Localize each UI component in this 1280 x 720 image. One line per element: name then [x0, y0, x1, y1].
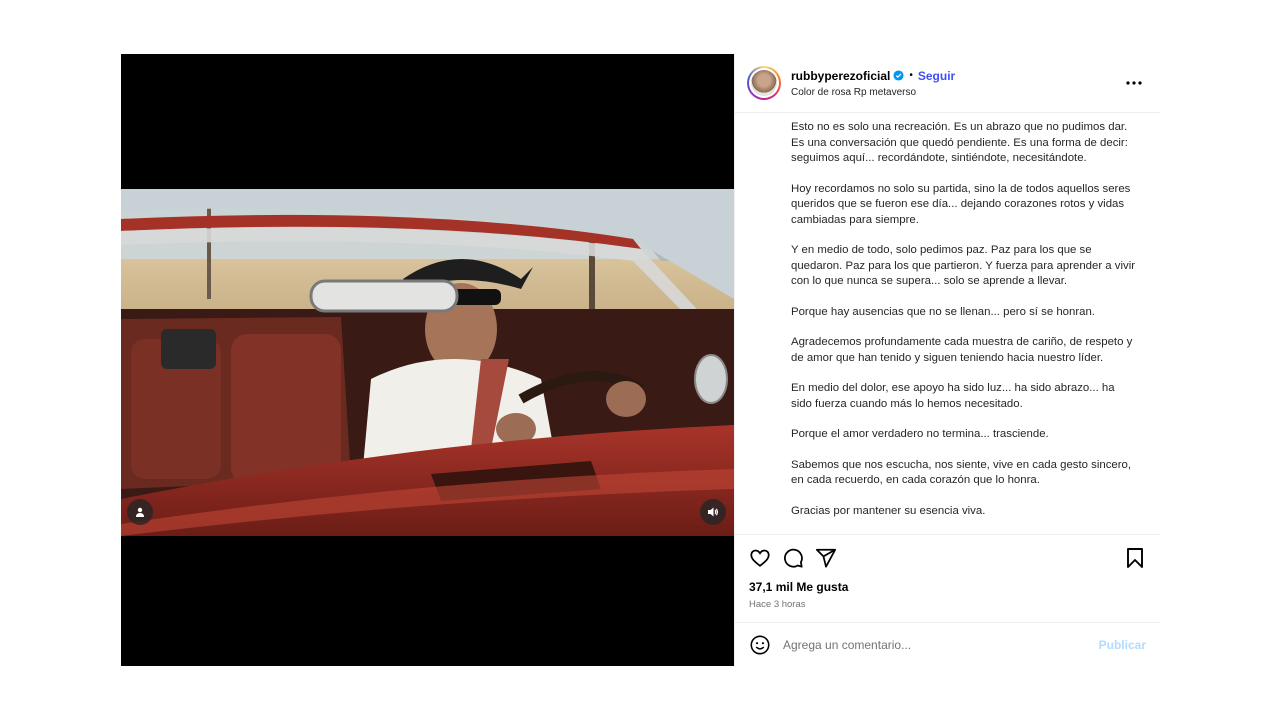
- action-bar: [735, 534, 1160, 580]
- publish-button[interactable]: Publicar: [1099, 638, 1146, 652]
- save-button[interactable]: [1124, 547, 1146, 569]
- follow-button[interactable]: Seguir: [918, 69, 955, 83]
- speaker-icon: [708, 507, 718, 517]
- audio-subtitle[interactable]: Color de rosa Rp metaverso: [791, 87, 1122, 98]
- caption-paragraph: Agradecemos profundamente cada muestra d…: [791, 336, 1133, 364]
- caption-paragraph: Hoy recordamos no solo su partida, sino …: [791, 182, 1131, 226]
- share-icon: [815, 548, 837, 568]
- comment-button[interactable]: [782, 547, 804, 569]
- mute-button[interactable]: [700, 499, 726, 525]
- share-button[interactable]: [815, 547, 837, 569]
- more-options-button[interactable]: [1122, 71, 1146, 95]
- caption-paragraph: Porque hay ausencias que no se llenan...…: [791, 305, 1095, 318]
- verified-badge-icon: [893, 70, 904, 81]
- emoji-button[interactable]: [749, 634, 771, 656]
- caption-paragraph: Gracias por mantener su esencia viva.: [791, 504, 986, 517]
- caption-paragraph: En medio del dolor, ese apoyo ha sido lu…: [791, 382, 1115, 410]
- post-header: rubbyperezoficial • Seguir Color de rosa…: [735, 54, 1160, 113]
- comment-bar: Publicar: [735, 622, 1160, 666]
- emoji-icon: [750, 635, 770, 654]
- caption-paragraph: Sabemos que nos escucha, nos siente, viv…: [791, 458, 1132, 487]
- post-media[interactable]: [121, 54, 734, 666]
- separator-dot: •: [909, 70, 913, 81]
- video-frame[interactable]: [121, 189, 734, 536]
- video-still-image: [121, 189, 734, 536]
- caption-paragraph: Esto no es solo una recreación. Es un ab…: [791, 121, 1128, 164]
- username-link[interactable]: rubbyperezoficial: [791, 69, 890, 83]
- like-button[interactable]: [749, 547, 771, 569]
- bookmark-icon: [1127, 547, 1143, 568]
- comment-input[interactable]: [783, 637, 1099, 652]
- user-tag-icon: [136, 507, 144, 517]
- more-options-icon: [1126, 81, 1142, 85]
- caption-paragraph: Y en medio de todo, solo pedimos paz. Pa…: [791, 244, 1136, 287]
- post-timestamp[interactable]: Hace 3 horas: [735, 594, 1160, 610]
- heart-icon: [750, 549, 770, 567]
- instagram-post: rubbyperezoficial • Seguir Color de rosa…: [121, 54, 1160, 666]
- like-count[interactable]: 37,1 mil Me gusta: [735, 580, 1160, 594]
- avatar[interactable]: [747, 66, 781, 100]
- comment-icon: [784, 548, 803, 568]
- caption-paragraph: Porque el amor verdadero no termina... t…: [791, 428, 1049, 440]
- post-caption: Esto no es solo una recreación. Es un ab…: [735, 113, 1160, 534]
- user-tag-button[interactable]: [127, 499, 153, 525]
- post-sidebar: rubbyperezoficial • Seguir Color de rosa…: [734, 54, 1160, 666]
